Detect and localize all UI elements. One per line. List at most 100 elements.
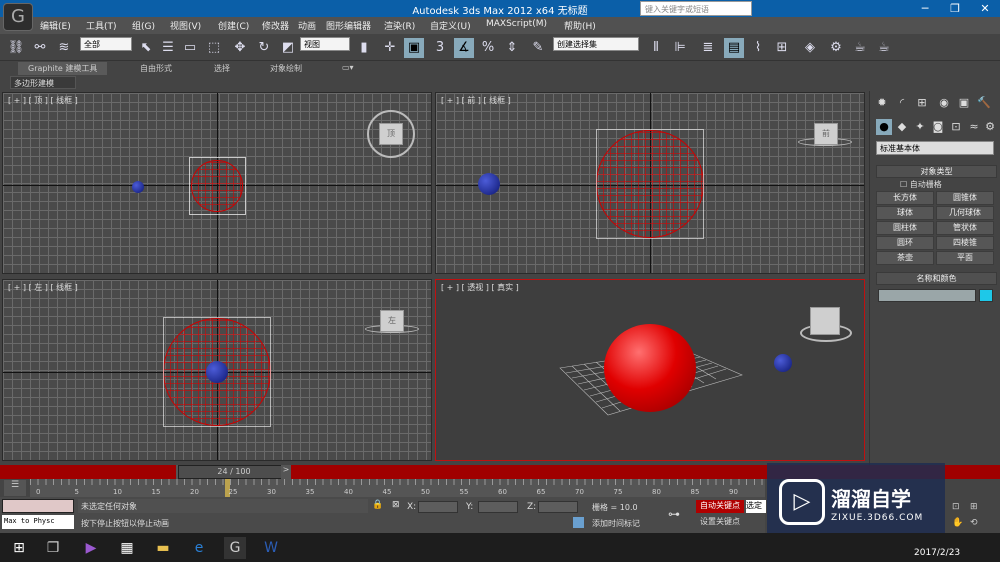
- tube-button[interactable]: 管状体: [936, 221, 994, 235]
- snaps-toggle-icon[interactable]: 3: [430, 38, 450, 58]
- menu-graph-editors[interactable]: 图形编辑器: [326, 19, 371, 32]
- maximize-button[interactable]: ❐: [940, 0, 970, 17]
- angle-snap-icon[interactable]: ∡: [454, 38, 474, 58]
- systems-icon[interactable]: ⚙: [982, 119, 998, 135]
- menu-tools[interactable]: 工具(T): [86, 19, 117, 32]
- small-sphere[interactable]: [478, 173, 500, 195]
- object-color-swatch[interactable]: [979, 289, 993, 302]
- autogrid-checkbox[interactable]: ☐ 自动栅格: [900, 179, 942, 190]
- link-icon[interactable]: ⛓: [6, 38, 26, 58]
- select-by-name-icon[interactable]: ☰: [158, 38, 178, 58]
- visual-studio-icon[interactable]: ▶: [80, 537, 102, 559]
- viewport-label[interactable]: [ + ] [ 顶 ] [ 线框 ]: [8, 95, 78, 106]
- keyboard-shortcut-icon[interactable]: ▣: [404, 38, 424, 58]
- helpers-icon[interactable]: ⊡: [948, 119, 964, 135]
- 3ds-max-task-icon[interactable]: G: [224, 537, 246, 559]
- y-coordinate-field[interactable]: [478, 501, 518, 513]
- absolute-mode-icon[interactable]: ⊠: [392, 500, 400, 510]
- word-icon[interactable]: W: [260, 537, 282, 559]
- menu-modifiers[interactable]: 修改器: [262, 19, 289, 32]
- geosphere-button[interactable]: 几何球体: [936, 206, 994, 220]
- orbit-icon[interactable]: ⟲: [970, 518, 978, 528]
- select-object-icon[interactable]: ⬉: [136, 38, 156, 58]
- auto-key-button[interactable]: 自动关键点: [696, 500, 744, 513]
- small-sphere[interactable]: [132, 181, 144, 193]
- menu-group[interactable]: 组(G): [132, 19, 155, 32]
- set-key-button[interactable]: 设置关键点: [696, 516, 744, 529]
- schematic-view-icon[interactable]: ⊞: [772, 38, 792, 58]
- store-icon[interactable]: ▦: [116, 537, 138, 559]
- minimize-button[interactable]: ─: [910, 0, 940, 17]
- z-coordinate-field[interactable]: [538, 501, 578, 513]
- display-tab-icon[interactable]: ▣: [956, 95, 972, 111]
- track-bar[interactable]: 0 5 10 15 20 25 30 35 40 45 50 55 60 65 70 75 80 85 90: [30, 479, 765, 497]
- sphere-button[interactable]: 球体: [876, 206, 934, 220]
- plane-button[interactable]: 平面: [936, 251, 994, 265]
- tab-freeform[interactable]: 自由形式: [130, 62, 182, 75]
- material-editor-icon[interactable]: ◈: [800, 38, 820, 58]
- space-warps-icon[interactable]: ≈: [966, 119, 982, 135]
- menu-rendering[interactable]: 渲染(R): [384, 19, 415, 32]
- move-icon[interactable]: ✥: [230, 38, 250, 58]
- render-frame-icon[interactable]: ☕: [850, 38, 870, 58]
- window-crossing-icon[interactable]: ⬚: [204, 38, 224, 58]
- align-icon[interactable]: ⊫: [670, 38, 690, 58]
- ribbon-options-icon[interactable]: ▭▾: [332, 62, 364, 73]
- object-name-field[interactable]: [878, 289, 976, 302]
- shapes-icon[interactable]: ◆: [894, 119, 910, 135]
- tab-polygon-modeling[interactable]: 多边形建模: [10, 76, 76, 89]
- edge-icon[interactable]: e: [188, 537, 210, 559]
- menu-maxscript[interactable]: MAXScript(M): [486, 19, 547, 29]
- maxscript-mini-listener[interactable]: [2, 499, 74, 513]
- select-manipulate-icon[interactable]: ✛: [380, 38, 400, 58]
- menu-views[interactable]: 视图(V): [170, 19, 201, 32]
- scale-icon[interactable]: ◩: [278, 38, 298, 58]
- render-setup-icon[interactable]: ⚙: [826, 38, 846, 58]
- hierarchy-tab-icon[interactable]: ⊞: [914, 95, 930, 111]
- graphite-toggle-icon[interactable]: ▤: [724, 38, 744, 58]
- cone-button[interactable]: 圆锥体: [936, 191, 994, 205]
- pivot-center-icon[interactable]: ▮: [354, 38, 374, 58]
- pan-icon[interactable]: ✋: [952, 518, 963, 528]
- cylinder-button[interactable]: 圆柱体: [876, 221, 934, 235]
- curve-editor-icon[interactable]: ⌇: [748, 38, 768, 58]
- tab-object-paint[interactable]: 对象绘制: [260, 62, 312, 75]
- category-select[interactable]: 标准基本体: [876, 141, 994, 155]
- viewport-left[interactable]: [ + ] [ 左 ] [ 线框 ] 左: [2, 279, 432, 461]
- file-explorer-icon[interactable]: ▬: [152, 537, 174, 559]
- next-frame-icon[interactable]: >: [281, 465, 291, 479]
- viewport-top[interactable]: [ + ] [ 顶 ] [ 线框 ] 顶: [2, 92, 432, 274]
- menu-animation[interactable]: 动画: [298, 19, 316, 32]
- zoom-icon[interactable]: ⊡: [952, 502, 960, 512]
- sphere-shaded[interactable]: [604, 324, 696, 412]
- zoom-extents-icon[interactable]: ⊞: [970, 502, 978, 512]
- viewcube[interactable]: 左: [380, 310, 404, 332]
- tab-graphite[interactable]: Graphite 建模工具: [18, 62, 108, 75]
- cameras-icon[interactable]: ◙: [930, 119, 946, 135]
- key-filter-select[interactable]: 选定: [746, 500, 766, 513]
- task-view-icon[interactable]: ❐: [42, 537, 64, 559]
- spinner-snap-icon[interactable]: ⇕: [502, 38, 522, 58]
- geometry-icon[interactable]: ●: [876, 119, 892, 135]
- box-button[interactable]: 长方体: [876, 191, 934, 205]
- lock-icon[interactable]: 🔒: [372, 500, 383, 510]
- mirror-icon[interactable]: ⫴: [646, 38, 666, 58]
- teapot-button[interactable]: 茶壶: [876, 251, 934, 265]
- viewcube[interactable]: [810, 307, 840, 335]
- time-slider[interactable]: 24 / 100: [178, 465, 290, 479]
- render-production-icon[interactable]: ☕: [874, 38, 894, 58]
- small-sphere[interactable]: [206, 361, 228, 383]
- viewcube[interactable]: 顶: [379, 123, 403, 145]
- viewport-perspective[interactable]: [ + ] [ 透视 ] [ 真实 ]: [435, 279, 865, 461]
- viewcube[interactable]: 前: [814, 123, 838, 145]
- edit-named-selection-icon[interactable]: ✎: [528, 38, 548, 58]
- name-color-rollout[interactable]: 名称和颜色: [876, 272, 997, 285]
- menu-help[interactable]: 帮助(H): [564, 19, 596, 32]
- modify-tab-icon[interactable]: ◜: [894, 95, 910, 111]
- motion-tab-icon[interactable]: ◉: [936, 95, 952, 111]
- pyramid-button[interactable]: 四棱锥: [936, 236, 994, 250]
- lights-icon[interactable]: ✦: [912, 119, 928, 135]
- search-input[interactable]: 键入关键字或短语: [640, 1, 752, 16]
- key-icon[interactable]: ⊶: [668, 507, 680, 521]
- selection-filter-select[interactable]: 全部: [80, 37, 132, 51]
